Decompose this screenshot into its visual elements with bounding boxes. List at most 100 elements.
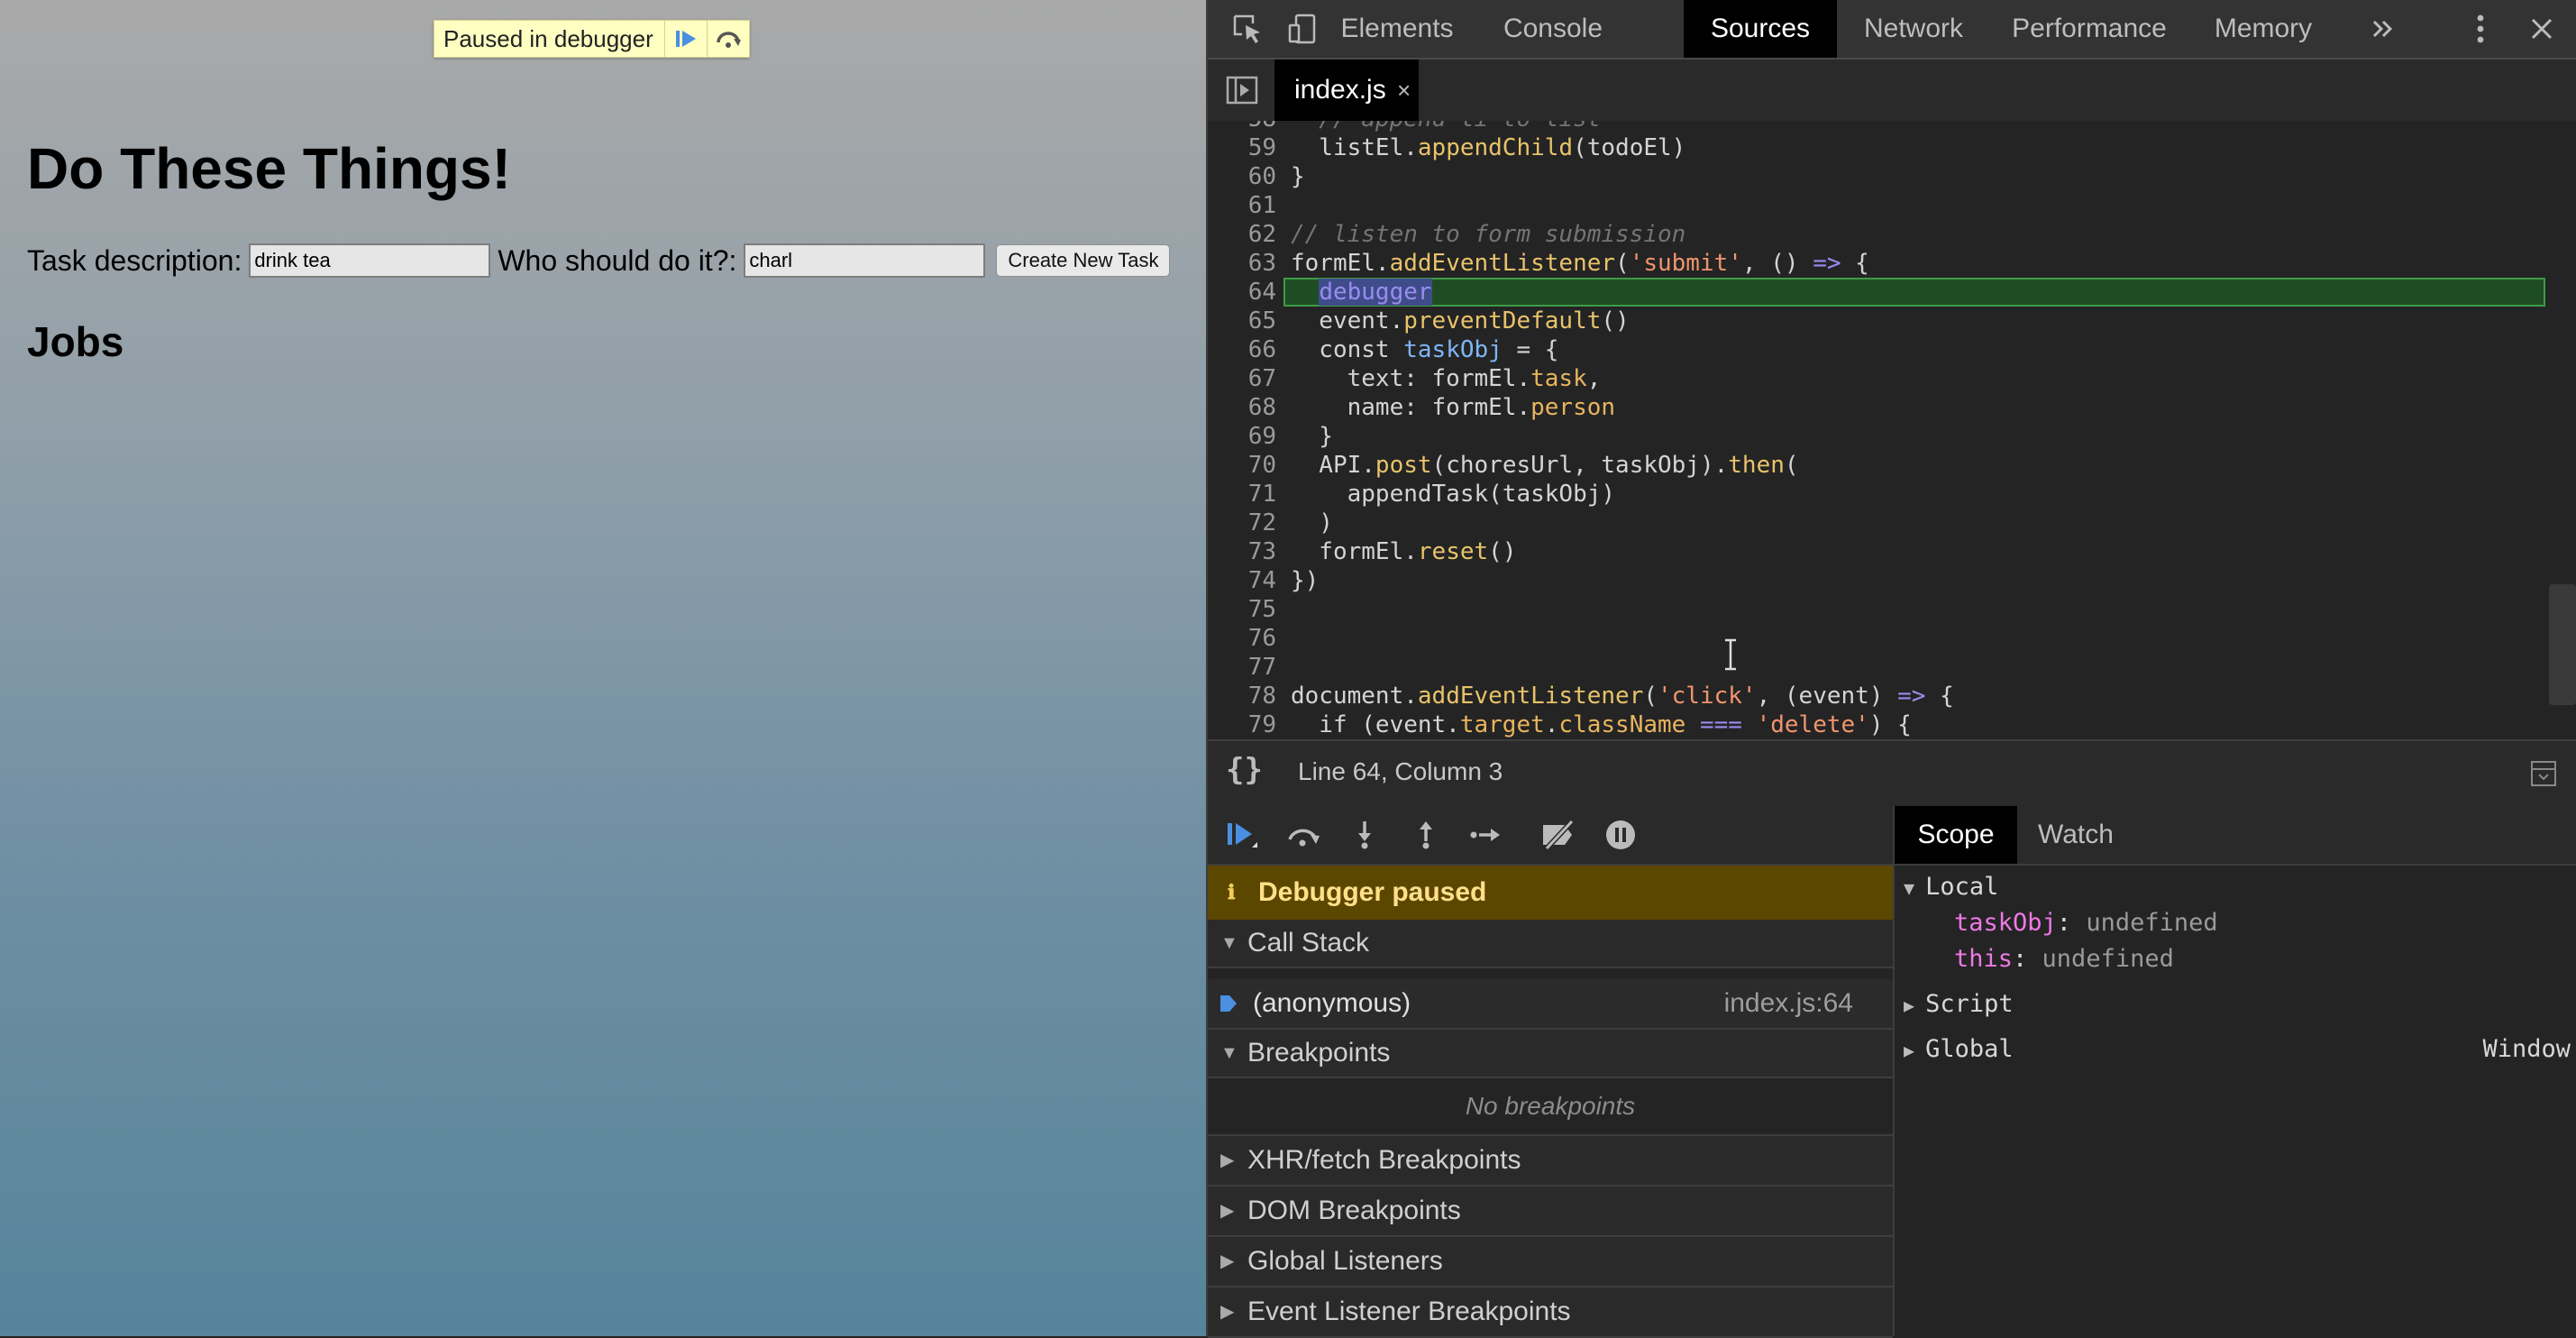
tab-performance[interactable]: Performance bbox=[1990, 0, 2188, 58]
debugger-paused-label: Debugger paused bbox=[1258, 877, 1487, 907]
create-new-task-button[interactable]: Create New Task bbox=[996, 244, 1171, 277]
chevrons-right-icon[interactable] bbox=[2365, 13, 2401, 45]
kebab-menu-icon[interactable] bbox=[2462, 13, 2498, 45]
scope-local-label: Local bbox=[1925, 873, 1999, 901]
line-number[interactable]: 78 bbox=[1208, 682, 1276, 710]
line-number[interactable]: 62 bbox=[1208, 220, 1276, 249]
resume-button[interactable] bbox=[1222, 817, 1262, 853]
line-number[interactable]: 75 bbox=[1208, 595, 1276, 624]
device-toolbar-icon[interactable] bbox=[1285, 13, 1321, 45]
call-stack-frame[interactable]: (anonymous) index.js:64 bbox=[1208, 979, 1893, 1030]
code-line: const taskObj = { bbox=[1291, 336, 1559, 363]
xhr-breakpoints-section-header[interactable]: ▶ XHR/fetch Breakpoints bbox=[1208, 1136, 1893, 1187]
toggle-debugger-panel-icon[interactable] bbox=[2526, 757, 2562, 790]
line-number[interactable]: 60 bbox=[1208, 162, 1276, 191]
scope-tab-bar: Scope Watch bbox=[1895, 806, 2576, 866]
tab-watch[interactable]: Watch bbox=[2017, 806, 2134, 864]
line-number[interactable]: 66 bbox=[1208, 335, 1276, 364]
code-line: listEl.appendChild(todoEl) bbox=[1291, 134, 1686, 161]
dom-breakpoints-section-header[interactable]: ▶ DOM Breakpoints bbox=[1208, 1187, 1893, 1237]
toggle-navigator-icon[interactable] bbox=[1224, 74, 1260, 106]
deactivate-breakpoints-button[interactable] bbox=[1539, 817, 1579, 853]
scope-local[interactable]: ▼ Local bbox=[1904, 869, 1998, 905]
line-number[interactable]: 73 bbox=[1208, 537, 1276, 566]
scope-variable[interactable]: taskObj: undefined bbox=[1954, 905, 2218, 941]
event-listener-breakpoints-section-header[interactable]: ▶ Event Listener Breakpoints bbox=[1208, 1288, 1893, 1338]
debugger-paused-message: ℹ Debugger paused bbox=[1208, 866, 1893, 920]
step-over-button[interactable] bbox=[1283, 817, 1323, 853]
step-out-button[interactable] bbox=[1406, 817, 1446, 853]
step-button[interactable] bbox=[1466, 817, 1505, 853]
code-line: event.preventDefault() bbox=[1291, 307, 1630, 334]
expanded-triangle-icon: ▼ bbox=[1220, 1043, 1238, 1063]
line-number[interactable]: 68 bbox=[1208, 393, 1276, 422]
code-line: } bbox=[1291, 163, 1305, 190]
pretty-print-icon[interactable]: {} bbox=[1226, 752, 1263, 788]
paused-line-highlight bbox=[1283, 278, 2545, 307]
page-title: Do These Things! bbox=[27, 136, 511, 201]
collapsed-triangle-icon: ▶ bbox=[1220, 1150, 1235, 1170]
line-number[interactable]: 71 bbox=[1208, 480, 1276, 509]
scope-script[interactable]: ▶ Script bbox=[1904, 986, 2014, 1022]
line-number[interactable]: 63 bbox=[1208, 249, 1276, 278]
line-number[interactable]: 65 bbox=[1208, 307, 1276, 335]
editor-scrollbar[interactable] bbox=[2549, 584, 2576, 705]
code-editor[interactable]: 58 // append li to list 59 listEl.appendC… bbox=[1208, 121, 2576, 738]
collapsed-triangle-icon: ▶ bbox=[1220, 1201, 1235, 1221]
scope-global-value: Window bbox=[2482, 1035, 2571, 1063]
tab-sources[interactable]: Sources bbox=[1684, 0, 1837, 58]
tab-scope[interactable]: Scope bbox=[1895, 806, 2017, 864]
global-listeners-section-header[interactable]: ▶ Global Listeners bbox=[1208, 1237, 1893, 1288]
call-stack-section-header[interactable]: ▼ Call Stack bbox=[1208, 920, 1893, 968]
tab-console[interactable]: Console bbox=[1466, 0, 1640, 58]
step-icon bbox=[1470, 829, 1500, 841]
line-number[interactable]: 76 bbox=[1208, 624, 1276, 653]
step-into-icon bbox=[1358, 821, 1371, 849]
line-number[interactable]: 69 bbox=[1208, 422, 1276, 451]
person-input[interactable] bbox=[744, 243, 986, 278]
debugger-toolbar bbox=[1208, 806, 1893, 866]
tab-memory[interactable]: Memory bbox=[2188, 0, 2338, 58]
global-listeners-title: Global Listeners bbox=[1247, 1246, 1443, 1276]
line-number[interactable]: 72 bbox=[1208, 509, 1276, 537]
close-tab-icon[interactable]: × bbox=[1397, 60, 1411, 121]
scope-variable[interactable]: this: undefined bbox=[1954, 941, 2174, 977]
file-tab-label: index.js bbox=[1294, 75, 1386, 105]
step-into-button[interactable] bbox=[1345, 817, 1384, 853]
tab-network[interactable]: Network bbox=[1837, 0, 1990, 58]
tab-elements[interactable]: Elements bbox=[1329, 0, 1466, 58]
line-number[interactable]: 70 bbox=[1208, 451, 1276, 480]
debugger-sidebar: ℹ Debugger paused ▼ Call Stack (anonymou… bbox=[1208, 806, 1895, 1338]
deactivate-breakpoints-icon bbox=[1543, 820, 1575, 850]
inspect-element-icon[interactable] bbox=[1229, 13, 1265, 45]
line-number[interactable]: 61 bbox=[1208, 191, 1276, 220]
task-form: Task description: Who should do it?: Cre… bbox=[27, 243, 1171, 278]
line-number[interactable]: 79 bbox=[1208, 710, 1276, 738]
banner-step-over-button[interactable] bbox=[706, 21, 749, 57]
collapsed-triangle-icon: ▶ bbox=[1220, 1302, 1235, 1322]
line-number[interactable]: 67 bbox=[1208, 364, 1276, 393]
code-line: appendTask(taskObj) bbox=[1291, 481, 1616, 508]
xhr-breakpoints-title: XHR/fetch Breakpoints bbox=[1247, 1145, 1521, 1175]
file-tab-index-js[interactable]: index.js × bbox=[1274, 60, 1419, 121]
variable-value: undefined bbox=[2086, 909, 2218, 937]
paused-banner-label: Paused in debugger bbox=[443, 25, 653, 52]
line-number[interactable]: 74 bbox=[1208, 566, 1276, 595]
task-description-input[interactable] bbox=[249, 243, 491, 278]
line-number[interactable]: 64 bbox=[1208, 278, 1276, 307]
scope-pane: Scope Watch ▼ Local taskObj: undefined t… bbox=[1895, 806, 2576, 1336]
banner-resume-button[interactable] bbox=[663, 21, 707, 57]
paused-in-debugger-banner: Paused in debugger bbox=[434, 20, 750, 58]
code-line: ) bbox=[1291, 509, 1333, 536]
line-number[interactable]: 77 bbox=[1208, 653, 1276, 682]
code-line: // listen to form submission bbox=[1291, 221, 1686, 248]
line-number[interactable]: 58 bbox=[1208, 121, 1276, 133]
pause-on-exceptions-button[interactable] bbox=[1601, 817, 1640, 853]
frame-location[interactable]: index.js:64 bbox=[1724, 979, 1853, 1028]
breakpoints-section-header[interactable]: ▼ Breakpoints bbox=[1208, 1030, 1893, 1078]
no-breakpoints-text: No breakpoints bbox=[1208, 1078, 1893, 1136]
line-number[interactable]: 59 bbox=[1208, 133, 1276, 162]
person-label: Who should do it?: bbox=[498, 243, 737, 277]
close-devtools-icon[interactable] bbox=[2524, 13, 2560, 45]
call-stack-title: Call Stack bbox=[1247, 928, 1370, 958]
